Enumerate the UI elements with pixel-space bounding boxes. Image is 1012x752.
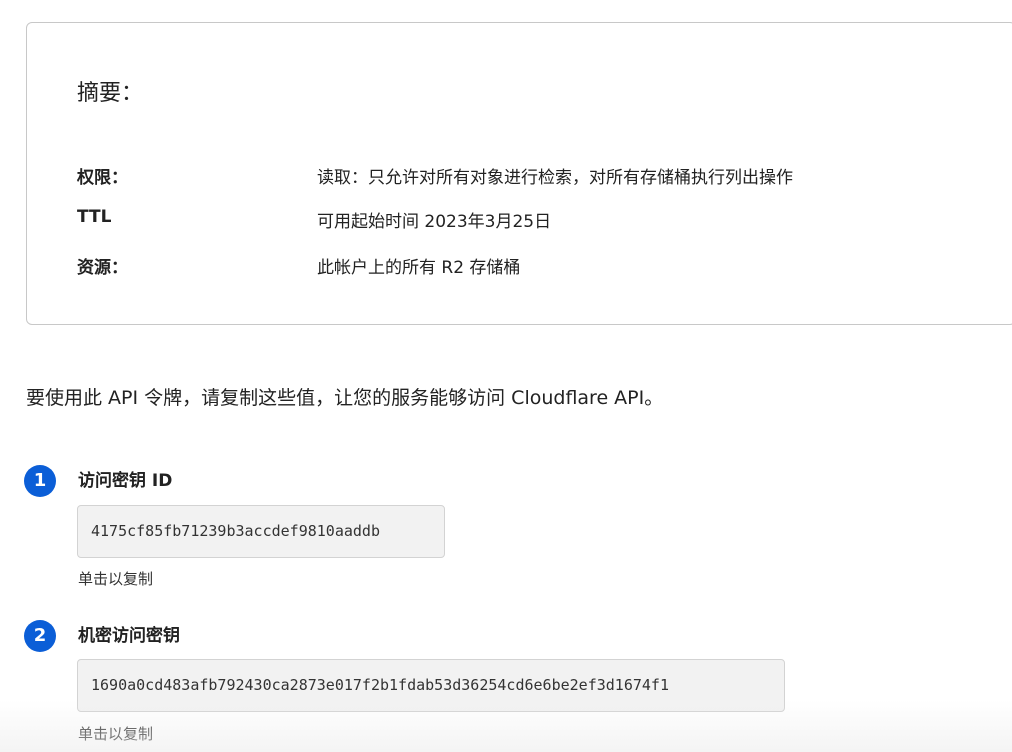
secret-access-key-copy-hint: 单击以复制 — [78, 725, 154, 743]
ttl-value: 可用起始时间 2023年3月25日 — [317, 212, 552, 232]
resources-value: 此帐户上的所有 R2 存储桶 — [317, 258, 521, 278]
secret-access-key-copy-field[interactable]: 1690a0cd483afb792430ca2873e017f2b1fdab53… — [77, 659, 785, 712]
step-1-badge: 1 — [24, 465, 56, 497]
permissions-label: 权限： — [77, 168, 128, 188]
access-key-id-copy-field[interactable]: 4175cf85fb71239b3accdef9810aaddb — [77, 505, 445, 558]
summary-card: 摘要： 权限： 读取：只允许对所有对象进行检索，对所有存储桶执行列出操作 TTL… — [26, 22, 1012, 325]
ttl-label: TTL — [77, 207, 112, 227]
permissions-value: 读取：只允许对所有对象进行检索，对所有存储桶执行列出操作 — [317, 168, 793, 188]
intro-text: 要使用此 API 令牌，请复制这些值，让您的服务能够访问 Cloudflare … — [26, 387, 664, 409]
access-key-id-title: 访问密钥 ID — [78, 471, 173, 491]
access-key-id-copy-hint: 单击以复制 — [78, 570, 154, 588]
resources-label: 资源： — [77, 258, 128, 278]
secret-access-key-title: 机密访问密钥 — [78, 626, 180, 646]
step-2-badge: 2 — [24, 620, 56, 652]
summary-title: 摘要： — [77, 81, 144, 106]
